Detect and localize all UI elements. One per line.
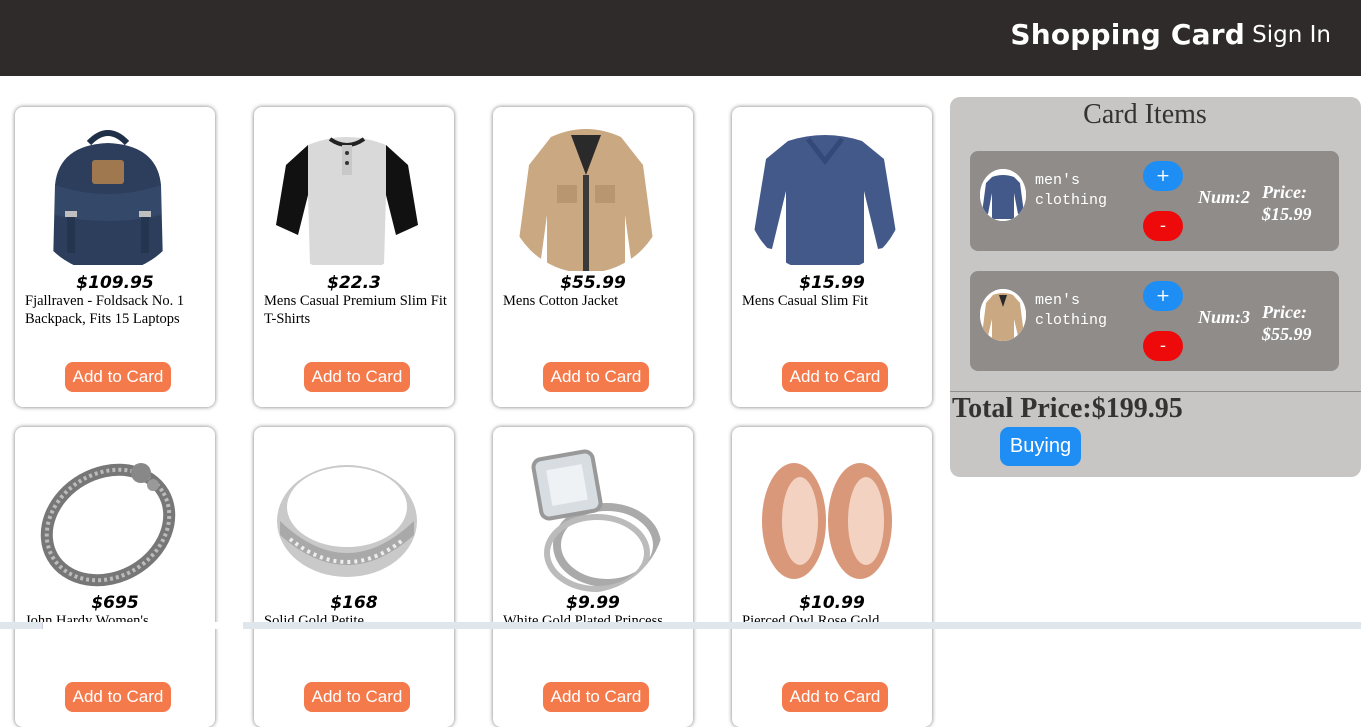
add-to-card-button[interactable]: Add to Card — [782, 682, 888, 712]
henley-tshirt-image — [268, 115, 426, 273]
price-label: Price: — [1262, 182, 1307, 202]
increase-quantity-button[interactable]: + — [1143, 161, 1183, 191]
price-value: $55.99 — [1262, 324, 1312, 344]
brand-title[interactable]: Shopping Card — [1010, 18, 1245, 51]
decrease-quantity-button[interactable]: - — [1143, 211, 1183, 241]
product-price: $109.95 — [76, 273, 154, 293]
sign-in-link[interactable]: Sign In — [1252, 22, 1331, 48]
backpack-image — [29, 115, 187, 273]
product-price: $55.99 — [560, 273, 626, 293]
dragon-bracelet-image — [29, 435, 187, 593]
cart-item-image — [980, 289, 1026, 341]
cotton-jacket-image — [507, 115, 665, 273]
silver-ring-image — [268, 435, 426, 593]
rose-gold-earrings-image — [746, 435, 904, 593]
price-value: $15.99 — [1262, 204, 1312, 224]
cart-item: men's clothing + - Num:2 Price: $15.99 — [970, 151, 1339, 251]
cart-divider — [950, 391, 1361, 392]
add-to-card-button[interactable]: Add to Card — [543, 362, 649, 392]
total-price: Total Price:$199.95 — [952, 393, 1183, 424]
product-price: $22.3 — [327, 273, 381, 293]
product-title: Mens Casual Premium Slim Fit T-Shirts — [264, 293, 447, 327]
taskbar-window[interactable] — [42, 622, 243, 629]
product-price: $9.99 — [566, 593, 620, 613]
decrease-quantity-button[interactable]: - — [1143, 331, 1183, 361]
product-price: $15.99 — [799, 273, 865, 293]
cart-item-price: Price: $55.99 — [1262, 301, 1338, 345]
increase-quantity-button[interactable]: + — [1143, 281, 1183, 311]
taskbar — [0, 622, 1361, 629]
product-card: $695 John Hardy Women's Add to Card — [15, 427, 215, 727]
cart-item-category: men's clothing — [1035, 292, 1108, 329]
top-navbar: Shopping Card Sign In — [0, 0, 1361, 76]
cart-item-category: men's clothing — [1035, 172, 1108, 209]
product-price: $695 — [91, 593, 139, 613]
cart-item: men's clothing + - Num:3 Price: $55.99 — [970, 271, 1339, 371]
diamond-ring-image — [507, 435, 665, 593]
add-to-card-button[interactable]: Add to Card — [782, 362, 888, 392]
product-price: $10.99 — [799, 593, 865, 613]
buying-button[interactable]: Buying — [1000, 427, 1081, 466]
product-title: Mens Casual Slim Fit — [742, 293, 869, 309]
cart-item-price: Price: $15.99 — [1262, 181, 1338, 225]
cart-panel: Card Items men's clothing + - Num:2 Pric… — [950, 97, 1361, 477]
cart-item-quantity: Num:2 — [1198, 187, 1251, 207]
add-to-card-button[interactable]: Add to Card — [65, 682, 171, 712]
add-to-card-button[interactable]: Add to Card — [304, 682, 410, 712]
longsleeve-shirt-image — [746, 115, 904, 273]
product-card: $15.99 Mens Casual Slim Fit Add to Card — [732, 107, 932, 407]
add-to-card-button[interactable]: Add to Card — [304, 362, 410, 392]
add-to-card-button[interactable]: Add to Card — [543, 682, 649, 712]
cart-item-image — [980, 169, 1026, 221]
product-card: $55.99 Mens Cotton Jacket Add to Card — [493, 107, 693, 407]
price-label: Price: — [1262, 302, 1307, 322]
product-card: $109.95 Fjallraven - Foldsack No. 1 Back… — [15, 107, 215, 407]
cart-heading: Card Items — [1083, 99, 1207, 130]
product-card: $22.3 Mens Casual Premium Slim Fit T-Shi… — [254, 107, 454, 407]
product-card: $10.99 Pierced Owl Rose Gold Add to Card — [732, 427, 932, 727]
add-to-card-button[interactable]: Add to Card — [65, 362, 171, 392]
product-price: $168 — [330, 593, 378, 613]
product-title: Mens Cotton Jacket — [503, 293, 619, 309]
cart-item-quantity: Num:3 — [1198, 307, 1251, 327]
product-title: Fjallraven - Foldsack No. 1 Backpack, Fi… — [25, 293, 185, 327]
product-card: $9.99 White Gold Plated Princess Add to … — [493, 427, 693, 727]
product-card: $168 Solid Gold Petite Add to Card — [254, 427, 454, 727]
